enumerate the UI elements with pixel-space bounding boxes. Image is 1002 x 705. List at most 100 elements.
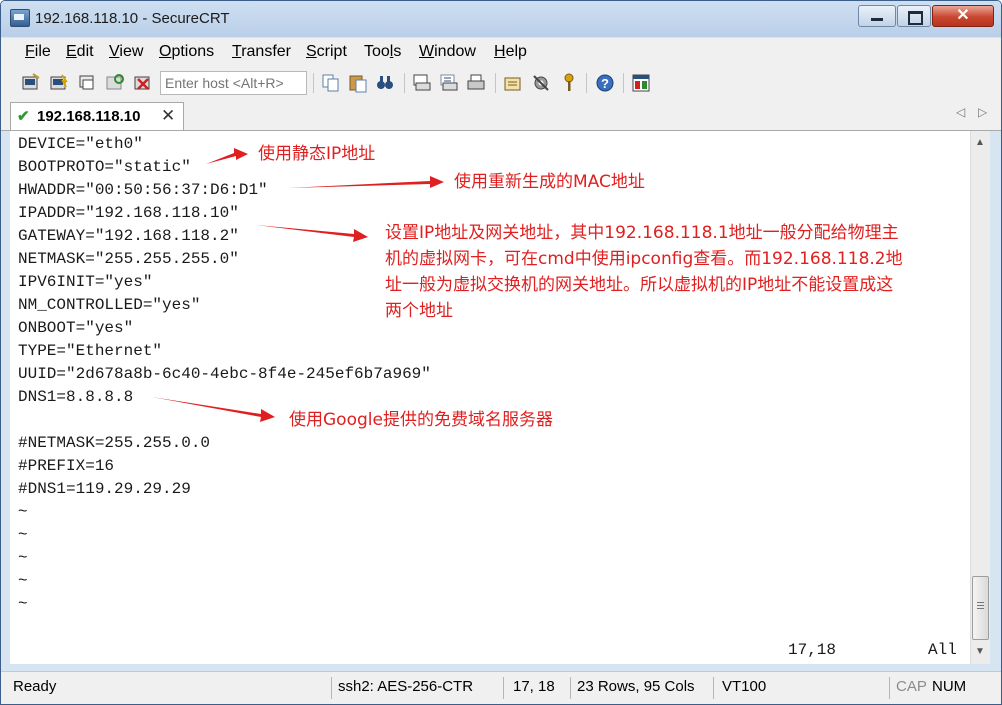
scrollbar-thumb[interactable] (972, 576, 989, 640)
annotation-gateway-line: 机的虚拟网卡，可在cmd中使用ipconfig查看。而192.168.118.2… (385, 249, 903, 269)
cursor-position-readout: 17,18 (788, 641, 837, 659)
terminal-line: ~ (18, 595, 28, 613)
terminal-line: DNS1=8.8.8.8 (18, 388, 134, 406)
menu-bar: File Edit View Options Transfer Script Tools Wi… (1, 38, 1001, 66)
status-divider (570, 677, 571, 699)
disconnect-icon[interactable] (133, 73, 153, 93)
terminal-line: #DNS1=119.29.29.29 (18, 480, 191, 498)
annotation-mac: 使用重新生成的MAC地址 (454, 172, 645, 192)
menu-edit[interactable]: Edit (66, 43, 94, 61)
terminal-line: #NETMASK=255.255.0.0 (18, 434, 211, 452)
tab-scroll-left-icon[interactable]: ◁ (956, 105, 965, 119)
annotation-static-ip: 使用静态IP地址 (258, 144, 376, 164)
securecrt-app-icon[interactable] (10, 9, 30, 27)
menu-script[interactable]: Script (306, 43, 347, 61)
terminal-line: HWADDR="00:50:56:37:D6:D1" (18, 181, 268, 199)
status-divider (889, 677, 890, 699)
terminal-line: #PREFIX=16 (18, 457, 115, 475)
terminal-line: ~ (18, 572, 28, 590)
menu-help[interactable]: Help (494, 43, 527, 61)
annotation-gateway-line: 址一般为虚拟交换机的网关地址。所以虚拟机的IP地址不能设置成这 (385, 275, 894, 295)
session-options-icon[interactable] (503, 73, 523, 93)
close-button[interactable]: ✕ (932, 5, 994, 27)
toolbar: ? (1, 66, 1001, 101)
terminal-line: NM_CONTROLLED="yes" (18, 296, 201, 314)
scroll-down-icon[interactable]: ▼ (975, 646, 985, 657)
global-options-icon[interactable] (531, 73, 551, 93)
toolbar-separator (495, 73, 496, 93)
arrow-gateway (256, 225, 368, 242)
status-num-lock: NUM (932, 678, 967, 695)
svg-text:?: ? (601, 76, 609, 91)
menu-window[interactable]: Window (419, 43, 476, 61)
terminal-line: NETMASK="255.255.255.0" (18, 250, 239, 268)
menu-view[interactable]: View (109, 43, 143, 61)
terminal-line: BOOTPROTO="static" (18, 158, 191, 176)
connect-in-tab-icon[interactable] (77, 73, 97, 93)
grip-icon (977, 602, 984, 603)
status-emulation: VT100 (722, 678, 767, 695)
terminal-line: ~ (18, 526, 28, 544)
minimize-icon (871, 18, 883, 21)
help-icon[interactable]: ? (595, 73, 615, 93)
arrow-mac (288, 176, 444, 188)
arrow-static-ip (206, 148, 248, 164)
status-bar: Ready ssh2: AES-256-CTR 17, 18 23 Rows, … (1, 671, 1001, 704)
print-screen-icon[interactable] (412, 73, 432, 93)
key-icon[interactable] (559, 73, 579, 93)
status-divider (503, 677, 504, 699)
status-cursor-position: 17, 18 (513, 678, 555, 695)
terminal-line: GATEWAY="192.168.118.2" (18, 227, 239, 245)
toolbar-separator (623, 73, 624, 93)
connect-icon[interactable] (21, 73, 41, 93)
tab-session[interactable]: ✔ 192.168.118.10 ✕ (10, 102, 184, 130)
terminal-line: IPADDR="192.168.118.10" (18, 204, 239, 222)
find-icon[interactable] (375, 73, 395, 93)
status-divider (331, 677, 332, 699)
maximize-button[interactable] (897, 5, 931, 27)
terminal-line: UUID="2d678a8b-6c40-4ebc-8f4e-245ef6b7a9… (18, 365, 431, 383)
connected-check-icon: ✔ (17, 108, 30, 125)
print-icon[interactable] (466, 73, 486, 93)
title-bar[interactable]: 192.168.118.10 - SecureCRT ✕ (1, 1, 1001, 37)
reconnect-icon[interactable] (105, 73, 125, 93)
toolbar-separator (586, 73, 587, 93)
maximize-icon (908, 11, 923, 25)
annotation-gateway-line: 两个地址 (385, 301, 453, 321)
arrow-dns (152, 397, 275, 422)
enter-host-input[interactable] (160, 71, 307, 95)
close-icon: ✕ (956, 7, 970, 24)
terminal-line: ~ (18, 503, 28, 521)
copy-icon[interactable] (321, 73, 341, 93)
status-terminal-size: 23 Rows, 95 Cols (577, 678, 695, 695)
menu-file[interactable]: File (25, 43, 51, 61)
terminal-line: TYPE="Ethernet" (18, 342, 163, 360)
session-manager-icon[interactable] (631, 73, 651, 93)
annotation-gateway-line: 设置IP地址及网关地址，其中192.168.118.1地址一般分配给物理主 (385, 223, 899, 243)
paste-icon[interactable] (348, 73, 368, 93)
menu-transfer[interactable]: Transfer (232, 43, 291, 61)
status-cipher: ssh2: AES-256-CTR (338, 678, 474, 695)
window-title: 192.168.118.10 - SecureCRT (35, 10, 230, 27)
scroll-up-icon[interactable]: ▲ (975, 137, 985, 148)
annotation-gateway: 设置IP地址及网关地址，其中192.168.118.1地址一般分配给物理主 机的… (385, 220, 903, 324)
session-tab-bar: ✔ 192.168.118.10 ✕ ◁ ▷ (1, 100, 1001, 131)
terminal-scrollbar[interactable]: ▲ ▼ (970, 131, 990, 664)
tab-scroll-right-icon[interactable]: ▷ (978, 105, 987, 119)
terminal-line: ONBOOT="yes" (18, 319, 134, 337)
tab-close-icon[interactable]: ✕ (161, 106, 175, 126)
menu-options[interactable]: Options (159, 43, 214, 61)
quick-connect-icon[interactable] (49, 73, 69, 93)
securecrt-window: 192.168.118.10 - SecureCRT ✕ File Edit Vie… (0, 0, 1002, 705)
toolbar-separator (313, 73, 314, 93)
terminal-line: ~ (18, 549, 28, 567)
status-divider (713, 677, 714, 699)
toolbar-separator (404, 73, 405, 93)
terminal-line: DEVICE="eth0" (18, 135, 143, 153)
print-selection-icon[interactable] (439, 73, 459, 93)
terminal-area[interactable]: 使用静态IP地址 使用重新生成的MAC地址 设置IP地址及网关地址，其中192.… (10, 131, 970, 664)
status-caps-lock: CAP (896, 678, 927, 695)
menu-tools[interactable]: Tools (364, 43, 401, 61)
minimize-button[interactable] (858, 5, 896, 27)
tab-session-label: 192.168.118.10 (37, 108, 141, 125)
